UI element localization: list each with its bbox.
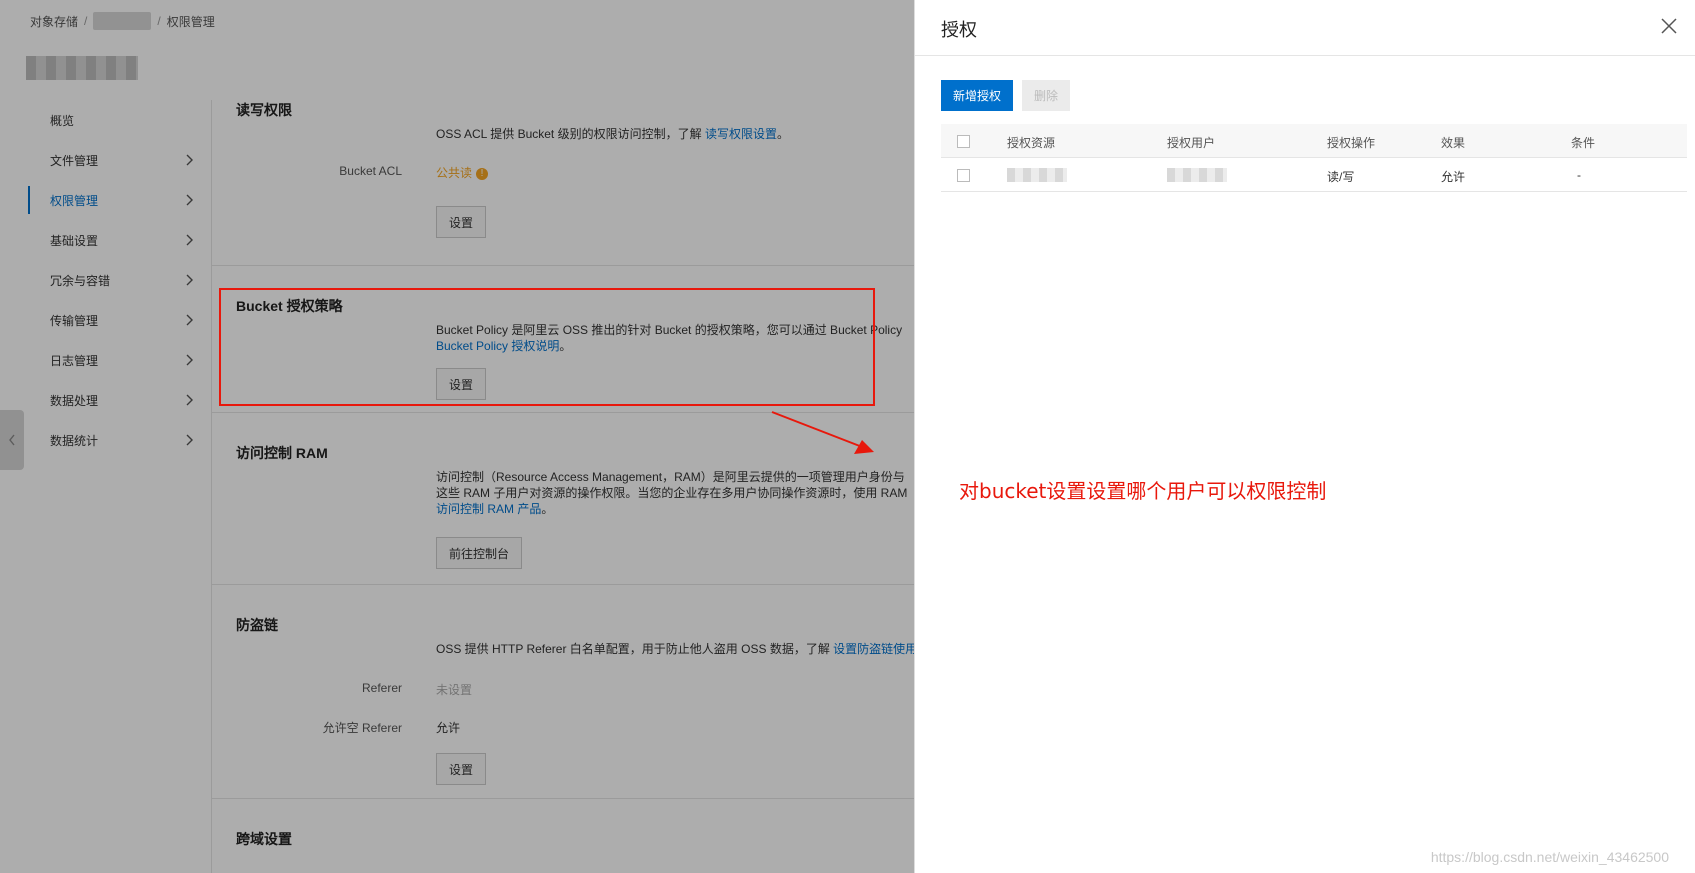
sidebar-item-basic-settings[interactable]: 基础设置 xyxy=(28,220,211,260)
referer-doc-link[interactable]: 设置防盗链使用 xyxy=(833,642,914,656)
chevron-right-icon xyxy=(186,194,193,206)
section-description: 访问控制（Resource Access Management，RAM）是阿里云… xyxy=(436,470,905,484)
chevron-left-icon xyxy=(9,434,15,446)
ram-doc-link[interactable]: 访问控制 RAM 产品 xyxy=(436,502,541,516)
column-header: 授权用户 xyxy=(1167,136,1216,150)
add-authorization-button[interactable]: 新增授权 xyxy=(941,80,1014,111)
section-title: 防盗链 xyxy=(236,617,278,633)
sidebar-item-label: 冗余与容错 xyxy=(50,273,111,288)
sidebar-item-data-processing[interactable]: 数据处理 xyxy=(28,380,211,420)
allow-empty-referer-label: 允许空 Referer xyxy=(322,721,402,735)
allow-empty-referer-value: 允许 xyxy=(436,721,461,735)
chevron-right-icon xyxy=(186,434,193,446)
chevron-right-icon xyxy=(186,354,193,366)
section-description: OSS ACL 提供 Bucket 级别的权限访问控制，了解 读写权限设置。 xyxy=(436,126,789,142)
sidebar-item-label: 数据处理 xyxy=(50,393,99,408)
drawer-header: 授权 xyxy=(915,0,1695,56)
column-header: 授权资源 xyxy=(1007,136,1056,150)
condition-cell: - xyxy=(1577,168,1581,182)
referer-settings-button[interactable]: 设置 xyxy=(436,753,487,785)
sidebar-item-label: 传输管理 xyxy=(50,313,99,328)
breadcrumb-separator: / xyxy=(157,14,161,28)
sidebar: 概览 文件管理 权限管理 基础设置 冗余与容错 传输管理 日志管理 数据处理 数… xyxy=(28,100,212,873)
section-description: 这些 RAM 子用户对资源的操作权限。当您的企业存在多用户协同操作资源时，使用 … xyxy=(436,486,908,500)
table-row[interactable]: 读/写 允许 - xyxy=(941,158,1687,192)
sidebar-item-label: 权限管理 xyxy=(50,193,99,208)
referer-label: Referer xyxy=(361,681,402,695)
description-text: OSS ACL 提供 Bucket 级别的权限访问控制，了解 xyxy=(436,127,702,141)
section-description: OSS 提供 HTTP Referer 白名单配置，用于防止他人盗用 OSS 数… xyxy=(436,641,914,657)
sidebar-item-label: 文件管理 xyxy=(50,153,99,168)
column-header: 授权操作 xyxy=(1327,136,1376,150)
breadcrumb-bucket-blurred[interactable] xyxy=(93,12,152,30)
effect-cell: 允许 xyxy=(1441,170,1466,184)
table-header: 授权资源 授权用户 授权操作 效果 条件 xyxy=(941,124,1687,158)
sidebar-item-label: 数据统计 xyxy=(50,433,99,448)
acl-settings-button[interactable]: 设置 xyxy=(436,206,487,238)
breadcrumb-current: 权限管理 xyxy=(166,14,215,29)
annotation-arrow-icon xyxy=(771,411,874,454)
chevron-right-icon xyxy=(186,394,193,406)
acl-doc-link[interactable]: 读写权限设置 xyxy=(705,127,777,141)
punctuation: 。 xyxy=(776,127,789,141)
operation-cell: 读/写 xyxy=(1327,170,1355,184)
permissions-content: 读写权限 OSS ACL 提供 Bucket 级别的权限访问控制，了解 读写权限… xyxy=(212,100,914,859)
section-title: 读写权限 xyxy=(236,102,292,118)
sidebar-collapse-handle[interactable] xyxy=(0,410,24,470)
section-title: 访问控制 RAM xyxy=(236,445,328,461)
close-icon[interactable] xyxy=(1657,16,1681,40)
column-header: 条件 xyxy=(1571,136,1596,150)
breadcrumb: 对象存储 / / 权限管理 xyxy=(30,12,215,30)
section-description-link-line: 访问控制 RAM 产品。 xyxy=(436,501,553,517)
referer-value: 未设置 xyxy=(436,683,473,697)
chevron-right-icon xyxy=(186,314,193,326)
section-acl: 读写权限 OSS ACL 提供 Bucket 级别的权限访问控制，了解 读写权限… xyxy=(212,100,914,266)
sidebar-item-permissions[interactable]: 权限管理 xyxy=(28,180,211,220)
punctuation: 。 xyxy=(541,502,554,516)
description-text: OSS 提供 HTTP Referer 白名单配置，用于防止他人盗用 OSS 数… xyxy=(436,642,830,656)
column-header: 效果 xyxy=(1441,136,1466,150)
user-blurred xyxy=(1167,168,1227,182)
bucket-acl-value: 公共读! xyxy=(436,164,489,181)
highlight-box xyxy=(219,288,875,406)
sidebar-item-redundancy[interactable]: 冗余与容错 xyxy=(28,260,211,300)
delete-button: 删除 xyxy=(1022,80,1071,111)
chevron-right-icon xyxy=(186,274,193,286)
sidebar-item-logs[interactable]: 日志管理 xyxy=(28,340,211,380)
sidebar-item-transfer[interactable]: 传输管理 xyxy=(28,300,211,340)
resource-blurred xyxy=(1007,168,1067,182)
sidebar-item-label: 日志管理 xyxy=(50,353,99,368)
annotation-text: 对bucket设置设置哪个用户可以权限控制 xyxy=(959,479,1327,503)
chevron-right-icon xyxy=(186,154,193,166)
watermark: https://blog.csdn.net/weixin_43462500 xyxy=(1430,849,1669,865)
sidebar-item-files[interactable]: 文件管理 xyxy=(28,140,211,180)
sidebar-item-statistics[interactable]: 数据统计 xyxy=(28,420,211,460)
select-all-checkbox[interactable] xyxy=(957,135,970,148)
section-title: 跨域设置 xyxy=(236,831,292,847)
breadcrumb-root[interactable]: 对象存储 xyxy=(30,13,78,30)
authorization-table: 授权资源 授权用户 授权操作 效果 条件 读/写 允许 - xyxy=(941,124,1687,192)
section-referer: 防盗链 OSS 提供 HTTP Referer 白名单配置，用于防止他人盗用 O… xyxy=(212,585,914,799)
bucket-acl-label: Bucket ACL xyxy=(339,164,402,178)
acl-value-text: 公共读 xyxy=(436,166,473,180)
authorize-drawer: 授权 新增授权 删除 授权资源 授权用户 授权操作 效果 条件 读/写 允许 -… xyxy=(914,0,1695,873)
ram-console-button[interactable]: 前往控制台 xyxy=(436,537,523,569)
bucket-name-blurred xyxy=(26,56,138,80)
warning-icon: ! xyxy=(476,167,489,180)
breadcrumb-separator: / xyxy=(84,14,88,28)
sidebar-item-overview[interactable]: 概览 xyxy=(28,100,211,140)
sidebar-item-label: 基础设置 xyxy=(50,233,99,248)
row-checkbox[interactable] xyxy=(957,169,970,182)
section-cors: 跨域设置 xyxy=(212,799,914,859)
chevron-right-icon xyxy=(186,234,193,246)
drawer-title: 授权 xyxy=(941,20,977,41)
sidebar-item-label: 概览 xyxy=(50,113,75,128)
